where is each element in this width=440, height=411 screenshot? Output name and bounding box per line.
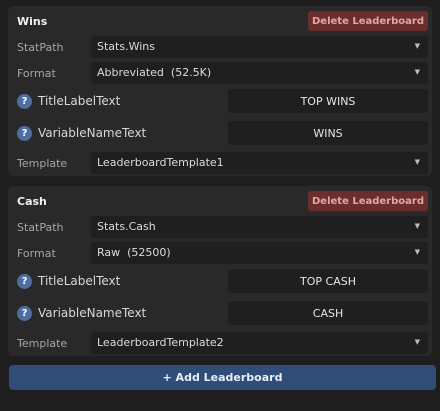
title-label-text-label: TitleLabelText xyxy=(38,274,121,288)
stat-path-label: StatPath xyxy=(17,41,64,54)
format-row: Format Raw (52500) ▼ xyxy=(8,241,432,267)
title-label-text-row: ? TitleLabelText xyxy=(8,89,432,115)
template-row: Template LeaderboardTemplate1 ▼ xyxy=(8,151,432,177)
title-label-text-input[interactable] xyxy=(228,269,428,293)
chevron-down-icon: ▼ xyxy=(414,222,420,230)
title-label-text-label: TitleLabelText xyxy=(38,94,121,108)
template-value: LeaderboardTemplate1 xyxy=(97,156,224,169)
stat-path-value: Stats.Cash xyxy=(97,220,156,233)
stat-path-select[interactable]: Stats.Cash ▼ xyxy=(91,216,428,238)
variable-name-text-row: ? VariableNameText xyxy=(8,121,432,147)
format-select[interactable]: Abbreviated (52.5K) ▼ xyxy=(91,62,428,84)
add-leaderboard-button[interactable]: + Add Leaderboard xyxy=(9,365,436,390)
stat-path-row: StatPath Stats.Cash ▼ xyxy=(8,215,432,241)
template-label: Template xyxy=(17,337,68,350)
panel-header: Cash Delete Leaderboard xyxy=(8,186,432,216)
format-label: Format xyxy=(17,247,56,260)
chevron-down-icon: ▼ xyxy=(414,338,420,346)
help-icon[interactable]: ? xyxy=(17,94,32,109)
format-value: Abbreviated (52.5K) xyxy=(97,66,212,79)
leaderboard-panel-cash: Cash Delete Leaderboard StatPath Stats.C… xyxy=(8,186,432,356)
delete-leaderboard-button[interactable]: Delete Leaderboard xyxy=(308,11,428,31)
leaderboard-title: Wins xyxy=(17,15,48,28)
panel-header: Wins Delete Leaderboard xyxy=(8,6,432,36)
help-icon[interactable]: ? xyxy=(17,306,32,321)
variable-name-text-input[interactable] xyxy=(228,301,428,325)
template-row: Template LeaderboardTemplate2 ▼ xyxy=(8,331,432,357)
variable-name-text-label: VariableNameText xyxy=(38,126,147,140)
chevron-down-icon: ▼ xyxy=(414,248,420,256)
chevron-down-icon: ▼ xyxy=(414,42,420,50)
help-icon[interactable]: ? xyxy=(17,126,32,141)
variable-name-text-input[interactable] xyxy=(228,121,428,145)
template-value: LeaderboardTemplate2 xyxy=(97,336,224,349)
stat-path-select[interactable]: Stats.Wins ▼ xyxy=(91,36,428,58)
help-icon[interactable]: ? xyxy=(17,274,32,289)
format-value: Raw (52500) xyxy=(97,246,171,259)
stat-path-row: StatPath Stats.Wins ▼ xyxy=(8,35,432,61)
title-label-text-input[interactable] xyxy=(228,89,428,113)
leaderboard-title: Cash xyxy=(17,195,47,208)
variable-name-text-label: VariableNameText xyxy=(38,306,147,320)
template-label: Template xyxy=(17,157,68,170)
title-label-text-row: ? TitleLabelText xyxy=(8,269,432,295)
template-select[interactable]: LeaderboardTemplate2 ▼ xyxy=(91,332,428,354)
format-select[interactable]: Raw (52500) ▼ xyxy=(91,242,428,264)
leaderboard-panel-wins: Wins Delete Leaderboard StatPath Stats.W… xyxy=(8,6,432,176)
chevron-down-icon: ▼ xyxy=(414,68,420,76)
delete-leaderboard-button[interactable]: Delete Leaderboard xyxy=(308,191,428,211)
stat-path-label: StatPath xyxy=(17,221,64,234)
stat-path-value: Stats.Wins xyxy=(97,40,155,53)
format-label: Format xyxy=(17,67,56,80)
template-select[interactable]: LeaderboardTemplate1 ▼ xyxy=(91,152,428,174)
format-row: Format Abbreviated (52.5K) ▼ xyxy=(8,61,432,87)
chevron-down-icon: ▼ xyxy=(414,158,420,166)
variable-name-text-row: ? VariableNameText xyxy=(8,301,432,327)
